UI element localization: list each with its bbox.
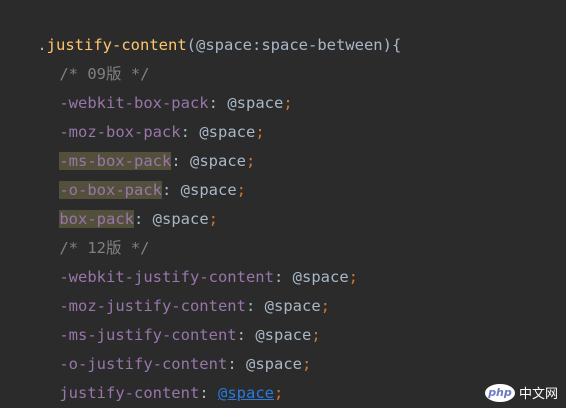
code-line-comment-12: /* 12版 */ <box>0 205 149 257</box>
code-line-ms-box-pack: -ms-box-pack: @space; <box>0 118 255 170</box>
watermark-text: 中文网 <box>518 387 558 402</box>
variable-link[interactable]: @space <box>218 384 274 402</box>
code-line-selector: .justify-content(@space:space-between){ <box>0 2 401 54</box>
selector-close-paren: ){ <box>382 36 402 54</box>
code-line-close-brace: } <box>0 376 47 405</box>
selector-open-paren: ( <box>186 36 196 54</box>
semicolon: ; <box>348 268 358 286</box>
code-line-o-box-pack: -o-box-pack: @space; <box>0 147 246 199</box>
code-line-webkit-justify-content: -webkit-justify-content: @space; <box>0 234 358 286</box>
code-line-ms-justify-content: -ms-justify-content: @space; <box>0 292 320 344</box>
code-line-webkit-box-pack: -webkit-box-pack: @space; <box>0 60 292 112</box>
semicolon: ; <box>283 94 293 112</box>
code-line-moz-box-pack: -moz-box-pack: @space; <box>0 89 264 141</box>
code-line-justify-content: justify-content: @space; <box>0 350 283 402</box>
semicolon: ; <box>320 297 330 315</box>
code-line-o-justify-content: -o-justify-content: @space; <box>0 321 311 373</box>
code-line-moz-justify-content: -moz-justify-content: @space; <box>0 263 330 315</box>
site-watermark: php 中文网 <box>484 383 558 402</box>
semicolon: ; <box>302 355 312 373</box>
code-editor[interactable]: .justify-content(@space:space-between){ … <box>0 0 566 408</box>
semicolon: ; <box>311 326 321 344</box>
colon: : <box>199 384 209 402</box>
property-name: justify-content <box>59 384 200 402</box>
semicolon: ; <box>246 152 256 170</box>
selector-parameter: @space:space-between <box>196 36 383 54</box>
semicolon: ; <box>274 384 284 402</box>
semicolon: ; <box>255 123 265 141</box>
property-value: @space <box>152 210 209 228</box>
code-line-box-pack: box-pack: @space; <box>0 176 218 228</box>
semicolon: ; <box>208 210 219 228</box>
semicolon: ; <box>236 181 247 199</box>
code-line-comment-09: /* 09版 */ <box>0 31 149 83</box>
php-logo: php <box>484 383 515 402</box>
